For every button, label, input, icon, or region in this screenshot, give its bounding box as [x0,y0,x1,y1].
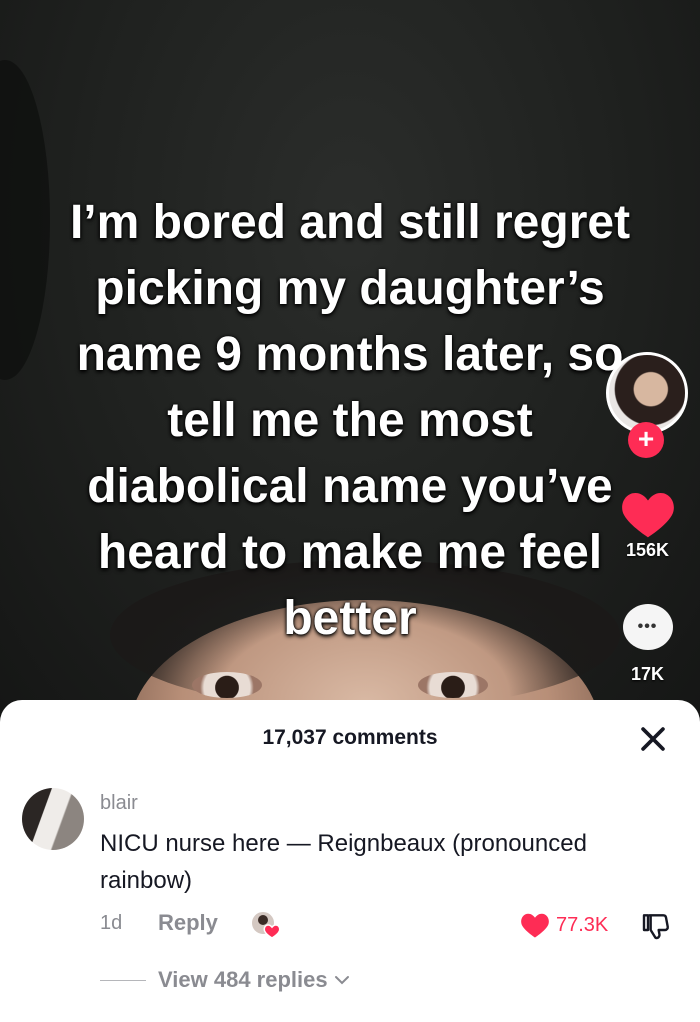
comment-like-button[interactable]: 77.3K [520,910,608,940]
view-replies-button[interactable]: View 484 replies [100,965,350,995]
comment-icon-dots: ••• [637,618,658,635]
dislike-icon[interactable] [640,910,672,942]
view-replies-label: View 484 replies [158,967,328,992]
comment-count: 17K [630,664,665,684]
chevron-down-icon [334,976,349,985]
heart-icon [521,913,549,938]
background-shape [0,60,50,380]
heart-icon [621,493,674,538]
video-caption: I’m bored and still regret picking my da… [69,196,631,645]
avatar[interactable] [22,788,84,850]
comments-title: 17,037 comments [262,726,438,749]
comment-icon: ••• [622,604,673,650]
divider [100,979,146,981]
close-icon[interactable] [636,722,670,756]
creator-eye-left [192,672,262,698]
comment-like-count: 77.3K [556,913,609,936]
like-count: 156K [625,540,670,560]
comment-time: 1d [100,912,123,934]
video-player[interactable]: I’m bored and still regret picking my da… [0,0,700,720]
comments-sheet: 17,037 comments blair NICU nurse here — … [0,700,700,1022]
comment-username[interactable]: blair [100,792,138,815]
reply-button[interactable]: Reply [158,910,218,936]
creator-liked-icon [250,910,281,939]
comment-button[interactable]: ••• 17K [605,604,690,685]
comment-meta: 1d Reply 77.3K [100,908,680,942]
creator-eye-right [418,672,488,698]
like-button[interactable]: 156K [605,488,690,561]
comment-text: NICU nurse here — Reignbeaux (pronounced… [100,830,587,894]
follow-button[interactable]: + [628,422,664,458]
